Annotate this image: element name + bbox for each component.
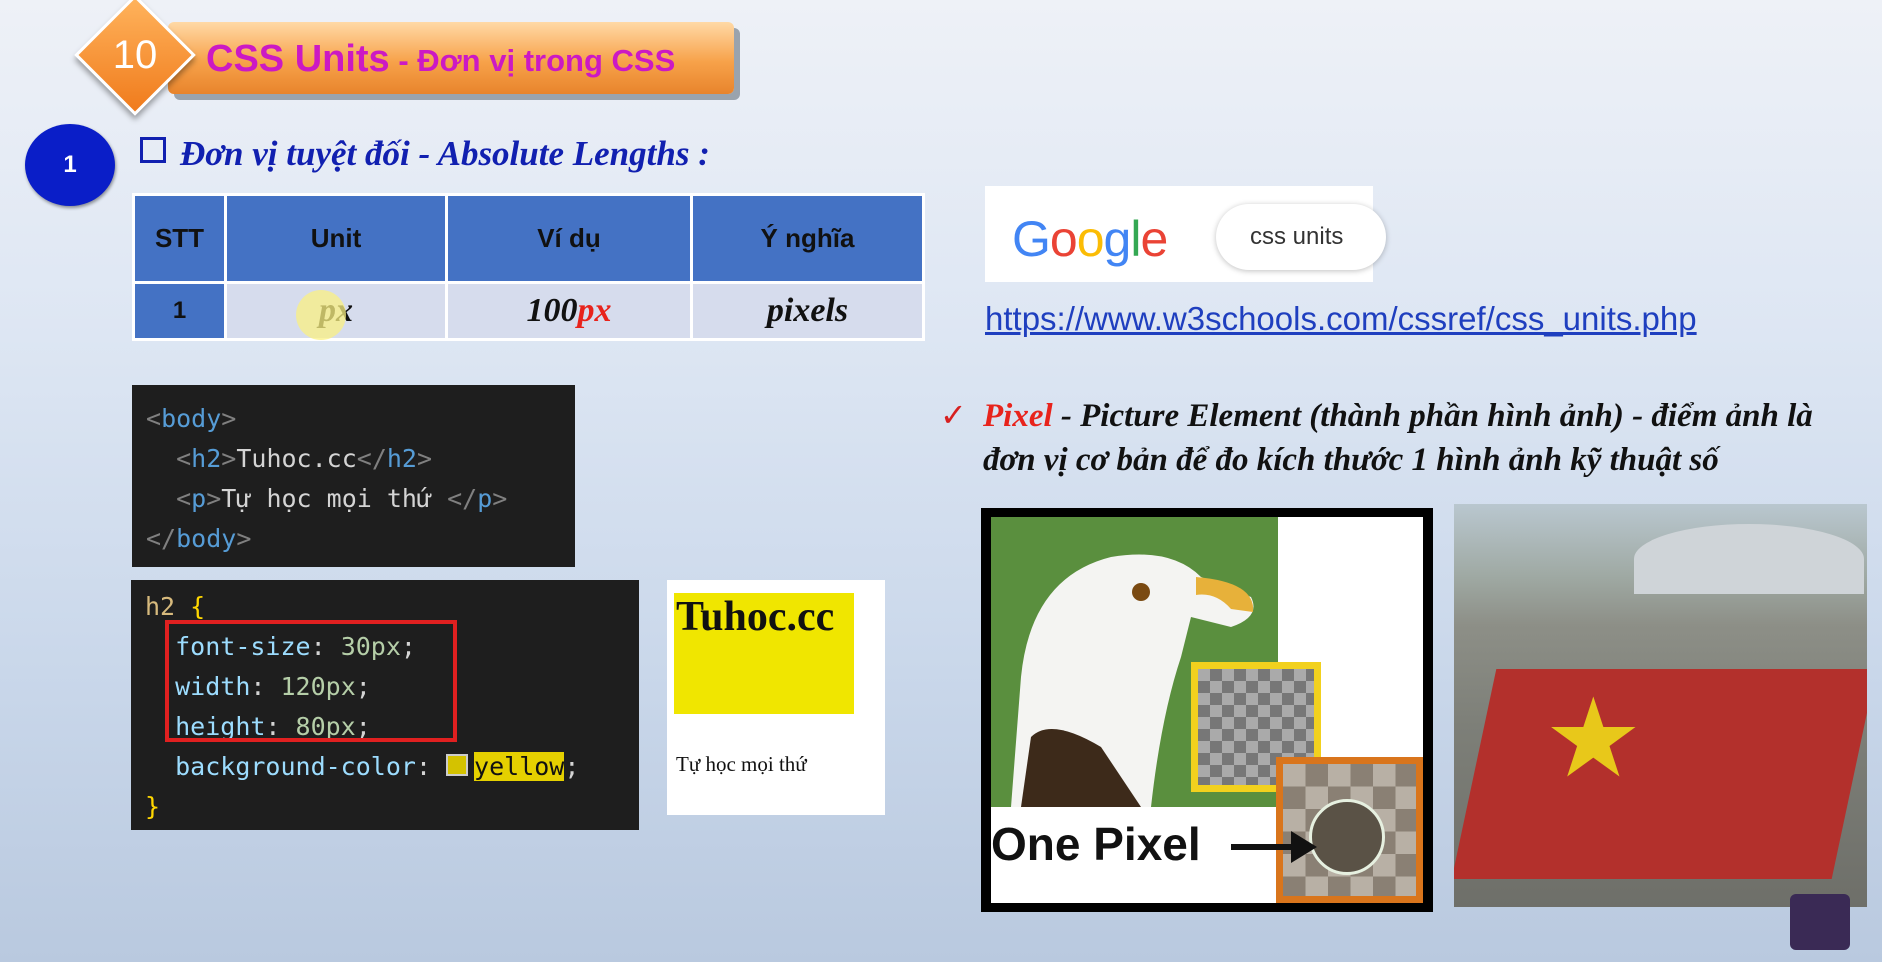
title-main: CSS Units <box>206 38 390 80</box>
star-icon: ★ <box>1544 677 1643 800</box>
section-heading-text: Đơn vị tuyệt đối - Absolute Lengths : <box>180 134 710 173</box>
pixel-description: Pixel - Picture Element (thành phần hình… <box>983 394 1863 482</box>
pixel-definition: - Picture Element (thành phần hình ảnh) … <box>983 398 1813 478</box>
eagle-image-content: One Pixel <box>991 517 1423 903</box>
header-unit: Unit <box>224 193 448 284</box>
section-number-circle: 1 <box>25 124 115 206</box>
crowd-formation <box>1454 669 1867 879</box>
header-meaning: Ý nghĩa <box>690 193 925 284</box>
page-title: CSS Units - Đơn vị trong CSS <box>206 36 675 82</box>
header-stt: STT <box>132 193 227 284</box>
cell-stt: 1 <box>132 281 227 341</box>
search-input[interactable]: css units <box>1216 204 1386 270</box>
table-header-row: STT Unit Ví dụ Ý nghĩa <box>132 193 925 284</box>
pixel-term: Pixel <box>983 398 1053 434</box>
example-unit: px <box>577 292 612 329</box>
arrow-head-icon <box>1291 831 1317 863</box>
preview-p: Tự học mọi thứ <box>676 752 807 776</box>
single-pixel <box>1309 799 1385 875</box>
color-swatch-icon <box>446 754 469 776</box>
highlight-box <box>165 620 457 742</box>
lesson-number: 10 <box>112 33 158 77</box>
cell-example: 100px <box>445 281 693 341</box>
cell-meaning: pixels <box>690 281 925 341</box>
html-code-block: <body> <h2>Tuhoc.cc</h2> <p>Tự học mọi t… <box>132 385 575 567</box>
checkbox-bullet-icon <box>140 137 166 163</box>
w3schools-link[interactable]: https://www.w3schools.com/cssref/css_uni… <box>985 300 1697 338</box>
avatar[interactable] <box>1790 894 1850 950</box>
stadium-photo: ★ <box>1454 504 1867 907</box>
one-pixel-caption: One Pixel <box>991 818 1201 870</box>
units-table: STT Unit Ví dụ Ý nghĩa 1 px 100px pixels <box>132 193 925 341</box>
preview-h2: Tuhoc.cc <box>674 593 854 714</box>
example-number: 100 <box>526 292 578 329</box>
section-heading: Đơn vị tuyệt đối - Absolute Lengths : <box>140 134 710 174</box>
google-logo: Google <box>1012 211 1168 267</box>
header-example: Ví dụ <box>445 193 693 284</box>
table-row: 1 px 100px pixels <box>132 281 925 341</box>
checkmark-icon: ✓ <box>940 397 967 433</box>
cursor-highlight <box>296 290 346 340</box>
title-sub: - Đơn vị trong CSS <box>389 43 676 78</box>
stadium-stands <box>1634 524 1864 594</box>
